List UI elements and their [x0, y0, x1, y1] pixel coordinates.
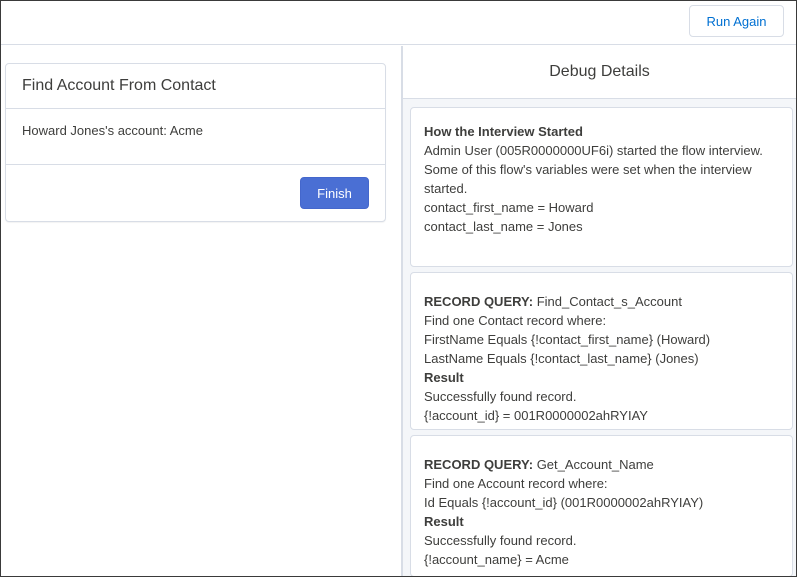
interview-start-heading: How the Interview Started: [424, 124, 583, 139]
interview-start-section: How the Interview Started Admin User (00…: [410, 107, 793, 267]
record-query-section-account: RECORD QUERY: Get_Account_Name Find one …: [410, 435, 793, 576]
variable-first-name: contact_first_name = Howard: [424, 200, 594, 215]
flow-debug-window: Run Again Find Account From Contact Howa…: [0, 0, 797, 577]
variable-last-name: contact_last_name = Jones: [424, 219, 583, 234]
query-condition-id: Id Equals {!account_id} (001R0000002ahRY…: [424, 495, 704, 510]
query-criteria-intro: Find one Contact record where:: [424, 313, 607, 328]
screen-body-text: Howard Jones's account: Acme: [6, 109, 385, 165]
run-again-button[interactable]: Run Again: [689, 5, 784, 37]
query-criteria-intro: Find one Account record where:: [424, 476, 608, 491]
top-toolbar: Run Again: [1, 1, 796, 45]
finish-button[interactable]: Finish: [300, 177, 369, 209]
debug-details-title: Debug Details: [403, 46, 796, 99]
result-status: Successfully found record.: [424, 533, 577, 548]
query-condition-lastname: LastName Equals {!contact_last_name} (Jo…: [424, 351, 699, 366]
record-query-section-contact: RECORD QUERY: Find_Contact_s_Account Fin…: [410, 272, 793, 430]
query-condition-firstname: FirstName Equals {!contact_first_name} (…: [424, 332, 711, 347]
record-query-title: RECORD QUERY: Get_Account_Name: [424, 455, 779, 474]
record-query-name: Get_Account_Name: [536, 457, 654, 472]
flow-screen-panel: Find Account From Contact Howard Jones's…: [1, 46, 401, 576]
record-query-title: RECORD QUERY: Find_Contact_s_Account: [424, 292, 779, 311]
record-query-label: RECORD QUERY:: [424, 457, 534, 472]
result-status: Successfully found record.: [424, 389, 577, 404]
interview-start-line: Admin User (005R0000000UF6i) started the…: [424, 143, 763, 158]
result-heading: Result: [424, 370, 464, 385]
interview-vars-note: Some of this flow's variables were set w…: [424, 162, 752, 196]
debug-details-panel: Debug Details How the Interview Started …: [403, 46, 796, 576]
result-value: {!account_id} = 001R0000002ahRYIAY: [424, 408, 648, 423]
result-heading: Result: [424, 514, 464, 529]
screen-title: Find Account From Contact: [6, 64, 385, 109]
record-query-label: RECORD QUERY:: [424, 294, 534, 309]
flow-screen-card: Find Account From Contact Howard Jones's…: [5, 63, 386, 222]
result-value: {!account_name} = Acme: [424, 552, 569, 567]
record-query-name: Find_Contact_s_Account: [536, 294, 682, 309]
screen-footer: Finish: [6, 165, 385, 221]
